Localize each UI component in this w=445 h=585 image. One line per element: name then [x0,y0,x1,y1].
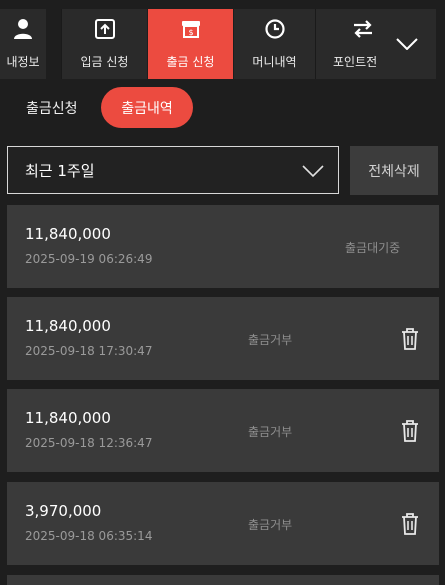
tab-withdraw[interactable]: $ 출금 신청 [148,9,233,79]
tab-label: 내정보 [6,55,40,69]
list-item-partial [7,575,439,585]
withdraw-date: 2025-09-18 17:30:47 [25,344,153,358]
withdraw-amount: 11,840,000 [25,225,111,243]
tab-label: 머니내역 [252,55,297,69]
status-text: 출금거부 [248,333,293,347]
withdraw-amount: 3,970,000 [25,502,102,520]
status-text: 출금대기중 [345,241,401,255]
tab-label: 입금 신청 [80,55,129,69]
period-select-value: 최근 1주일 [25,161,95,180]
clock-icon [263,17,287,41]
tab-money-history[interactable]: 머니내역 [234,9,315,79]
status-text: 출금거부 [248,425,293,439]
tab-point-transfer[interactable]: 포인트전 [316,9,378,79]
deposit-icon [93,17,117,41]
subtab-withdraw-history[interactable]: 출금내역 [101,87,193,128]
trash-icon[interactable] [399,327,421,351]
tab-label: 포인트전 [333,55,378,69]
delete-all-button[interactable]: 전체삭제 [350,146,438,195]
chevron-down-icon [302,160,324,184]
withdraw-amount: 11,840,000 [25,317,111,335]
tab-deposit[interactable]: 입금 신청 [62,9,147,79]
chevron-down-icon [396,35,418,54]
trash-icon[interactable] [399,419,421,443]
list-item: 3,970,000 2025-09-18 06:35:14 출금거부 [7,482,439,565]
tab-label: 출금 신청 [166,55,215,69]
withdraw-date: 2025-09-18 12:36:47 [25,436,153,450]
svg-text:$: $ [188,28,193,37]
period-select[interactable]: 최근 1주일 [7,146,339,194]
list-item: 11,840,000 2025-09-19 06:26:49 출금대기중 [7,205,439,288]
list-item: 11,840,000 2025-09-18 17:30:47 출금거부 [7,297,439,380]
more-tabs-button[interactable] [378,9,436,79]
subtab-withdraw-request[interactable]: 출금신청 [26,98,78,118]
withdraw-amount: 11,840,000 [25,409,111,427]
trash-icon[interactable] [399,512,421,536]
withdraw-date: 2025-09-18 06:35:14 [25,529,153,543]
transfer-icon [351,17,375,41]
withdraw-icon: $ [179,17,203,41]
list-item: 11,840,000 2025-09-18 12:36:47 출금거부 [7,389,439,472]
user-icon [11,17,35,41]
tab-my-info[interactable]: 내정보 [0,9,46,79]
withdraw-date: 2025-09-19 06:26:49 [25,252,153,266]
top-nav: 내정보 입금 신청 $ 출금 신청 머니내역 포인트전 [0,0,445,79]
status-text: 출금거부 [248,518,293,532]
